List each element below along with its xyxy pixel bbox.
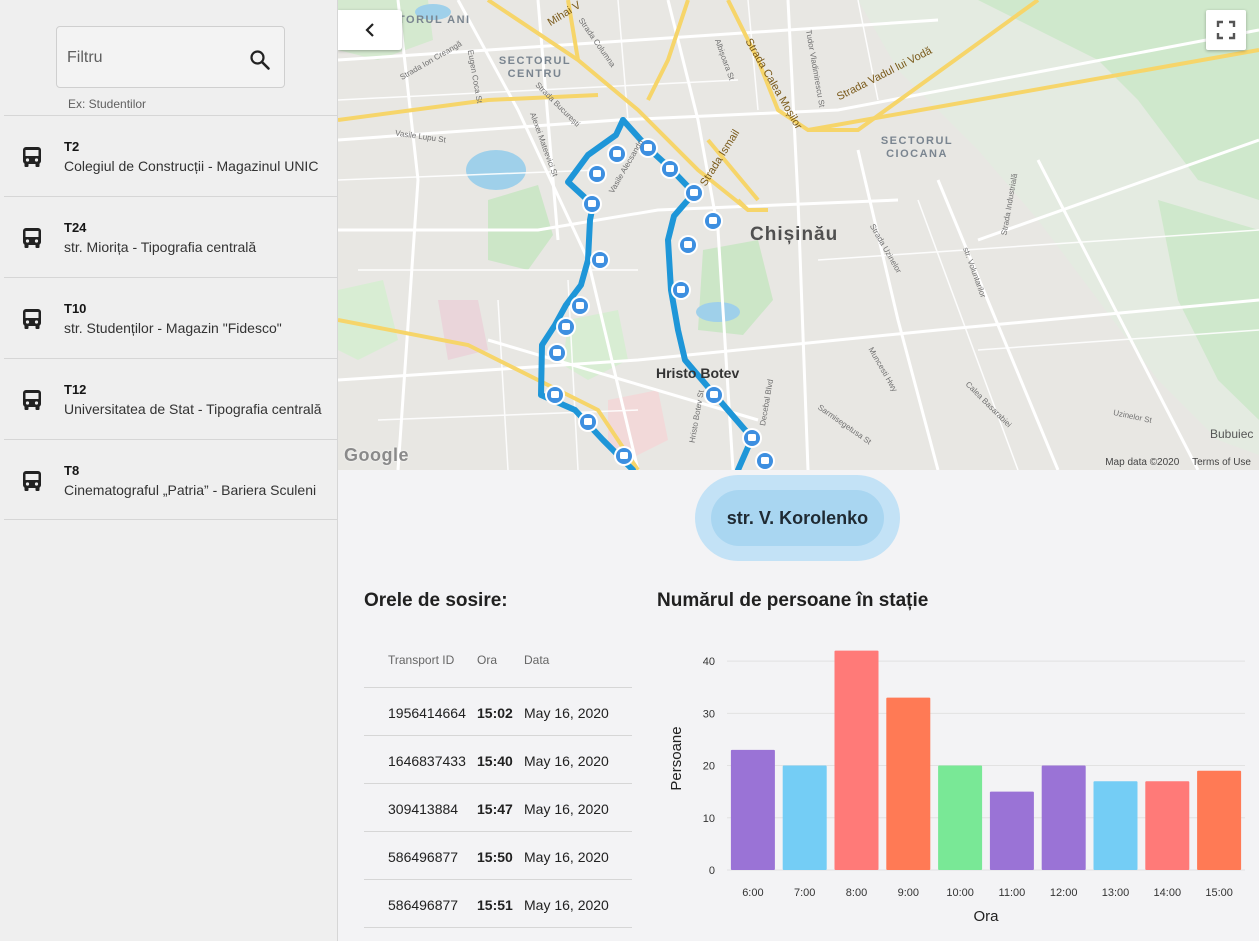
google-logo: Google: [344, 445, 409, 465]
route-item-t10[interactable]: T10 str. Studenților - Magazin "Fidesco": [4, 277, 338, 358]
table-row: 1956414664 15:02 May 16, 2020: [364, 688, 632, 736]
route-name: str. Studenților - Magazin "Fidesco": [64, 320, 282, 336]
chart-bar: [782, 765, 827, 870]
cell-transport-id: 586496877: [388, 849, 459, 865]
bus-icon: [23, 228, 41, 248]
chart-bar: [730, 749, 775, 870]
x-tick-label: 14:00: [1154, 887, 1182, 899]
route-code: T8: [64, 463, 80, 478]
chart-bar: [1041, 765, 1086, 870]
header-data: Data: [524, 653, 550, 667]
x-tick-label: 9:00: [898, 887, 919, 899]
route-code: T12: [64, 382, 87, 397]
route-name: Cinematograful „Patria” - Bariera Sculen…: [64, 482, 317, 498]
route-name: Colegiul de Construcții - Magazinul UNIC: [64, 158, 319, 174]
search-input[interactable]: [67, 45, 237, 71]
y-tick-label: 10: [703, 813, 715, 825]
header-transport-id: Transport ID: [388, 653, 455, 667]
route-code: T10: [64, 301, 87, 316]
bus-icon: [23, 309, 41, 329]
route-code: T2: [64, 139, 80, 154]
x-axis-label: Ora: [973, 908, 999, 925]
chart-bar: [1093, 781, 1138, 870]
route-item-t12[interactable]: T12 Universitatea de Stat - Tipografia c…: [4, 358, 338, 439]
map-terms-link[interactable]: Terms of Use: [1192, 457, 1251, 468]
search-hint: Ex: Studentilor: [68, 97, 147, 111]
cell-ora: 15:02: [477, 705, 513, 721]
cell-data: May 16, 2020: [524, 801, 609, 817]
route-item-t24[interactable]: T24 str. Miorița - Tipografia centrală: [4, 196, 338, 277]
x-tick-label: 7:00: [794, 887, 815, 899]
chart-bar: [1145, 781, 1190, 870]
route-name: Universitatea de Stat - Tipografia centr…: [64, 401, 322, 417]
cell-data: May 16, 2020: [524, 849, 609, 865]
map-label-sector-ciocana: SECTORUL CIOCANA: [880, 135, 954, 160]
y-tick-label: 20: [703, 761, 715, 773]
x-tick-label: 11:00: [999, 887, 1026, 899]
route-code: T24: [64, 220, 87, 235]
table-header: Transport ID Ora Data: [364, 636, 632, 688]
table-row: 586496877 15:50 May 16, 2020: [364, 832, 632, 880]
chart-bar: [1197, 770, 1242, 870]
fullscreen-icon: [1216, 20, 1236, 40]
fullscreen-button[interactable]: [1206, 10, 1246, 50]
x-tick-label: 12:00: [1050, 887, 1078, 899]
x-tick-label: 8:00: [846, 887, 867, 899]
chart-bar: [886, 697, 931, 870]
table-row: 309413884 15:47 May 16, 2020: [364, 784, 632, 832]
map-label-hristo-botev: Hristo Botev: [656, 365, 740, 381]
map-attribution: Map data ©2020: [1105, 457, 1180, 468]
map-label-sector-centru: SECTORUL CENTRU: [498, 55, 572, 80]
table-row: 586496877 15:51 May 16, 2020: [364, 880, 632, 928]
route-item-t8[interactable]: T8 Cinematograful „Patria” - Bariera Scu…: [4, 439, 338, 520]
cell-transport-id: 1956414664: [388, 705, 466, 721]
chart-bar: [834, 650, 879, 870]
cell-transport-id: 586496877: [388, 897, 459, 913]
map-label-city: Chișinău: [750, 224, 839, 245]
cell-ora: 15:40: [477, 753, 513, 769]
y-tick-label: 0: [709, 865, 715, 877]
chart-title: Numărul de persoane în stație: [657, 590, 929, 611]
bar-chart: 0 10 20 30 40 6:00 7:00 8:00 9:00 10:00 11:00 12:00…: [668, 650, 1245, 925]
sidebar: Ex: Studentilor T2 Colegiul de Construcț…: [0, 0, 338, 941]
route-list: T2 Colegiul de Construcții - Magazinul U…: [4, 115, 338, 520]
cell-ora: 15:51: [477, 897, 513, 913]
x-tick-label: 15:00: [1205, 887, 1233, 899]
cell-data: May 16, 2020: [524, 705, 609, 721]
cell-ora: 15:47: [477, 801, 513, 817]
map[interactable]: TORUL ANI SECTORUL CENTRU SECTORUL CIOCA…: [338, 0, 1259, 470]
cell-data: May 16, 2020: [524, 753, 609, 769]
search-box[interactable]: [56, 26, 285, 88]
y-tick-label: 30: [703, 708, 715, 720]
arrivals-title: Orele de sosire:: [364, 590, 508, 611]
header-ora: Ora: [477, 653, 498, 667]
map-footer: Map data ©2020 Terms of Use: [1095, 457, 1251, 468]
table-row: 1646837433 15:40 May 16, 2020: [364, 736, 632, 784]
cell-data: May 16, 2020: [524, 897, 609, 913]
x-tick-label: 10:00: [946, 887, 974, 899]
bus-icon: [23, 471, 41, 491]
y-axis-label: Persoane: [668, 726, 685, 790]
station-name: str. V. Korolenko: [711, 490, 884, 546]
x-tick-label: 6:00: [742, 887, 763, 899]
cell-transport-id: 309413884: [388, 801, 459, 817]
bus-icon: [23, 147, 41, 167]
route-item-t2[interactable]: T2 Colegiul de Construcții - Magazinul U…: [4, 115, 338, 196]
station-badge: str. V. Korolenko: [695, 475, 900, 561]
map-label-bubuieci: Bubuiec: [1210, 427, 1254, 441]
route-name: str. Miorița - Tipografia centrală: [64, 239, 257, 255]
cell-ora: 15:50: [477, 849, 513, 865]
map-label-sector-top: TORUL ANI: [398, 14, 471, 26]
back-button[interactable]: [338, 10, 402, 50]
arrivals-table: Transport ID Ora Data 1956414664 15:02 M…: [364, 636, 632, 928]
cell-transport-id: 1646837433: [388, 753, 466, 769]
search-icon[interactable]: [248, 48, 272, 72]
chart-bar: [938, 765, 983, 870]
chart-bar: [989, 791, 1034, 870]
x-tick-label: 13:00: [1102, 887, 1130, 899]
bus-icon: [23, 390, 41, 410]
app-root: Ex: Studentilor T2 Colegiul de Construcț…: [0, 0, 1259, 941]
chevron-left-icon: [365, 23, 374, 37]
y-tick-label: 40: [703, 656, 715, 668]
